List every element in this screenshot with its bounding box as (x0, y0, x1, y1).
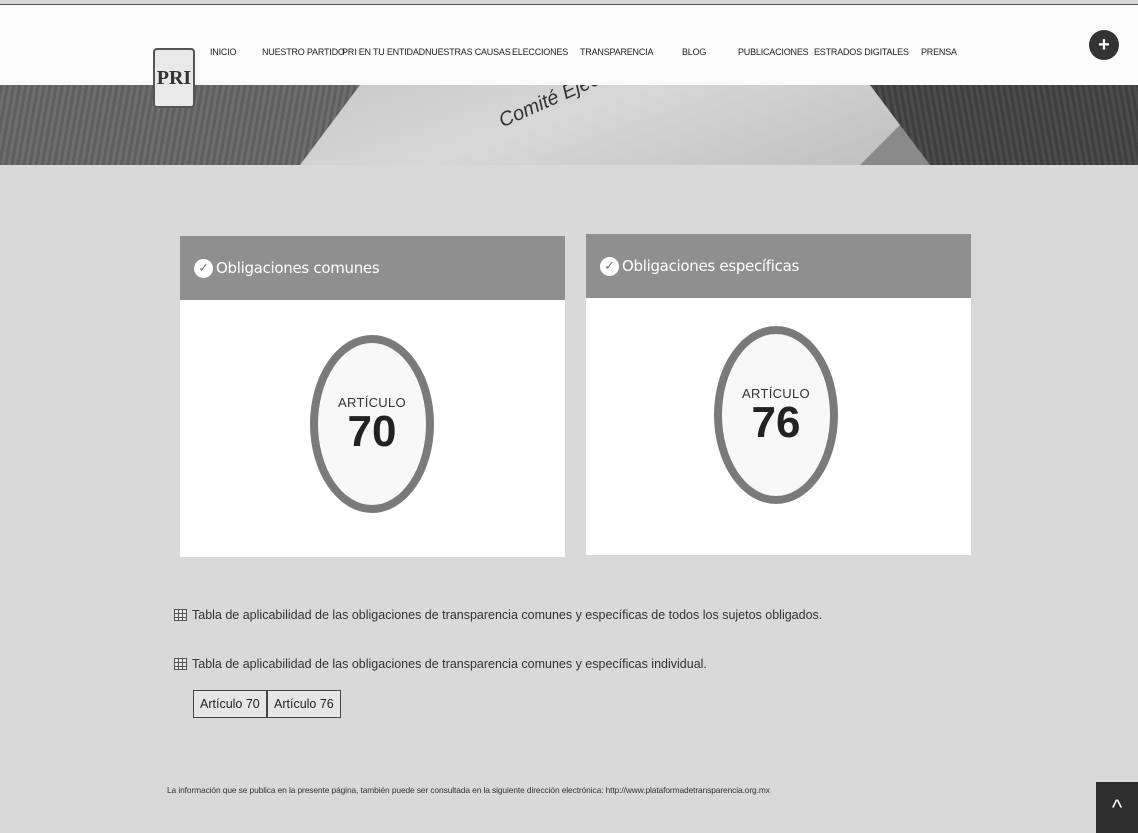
table-link-all-subjects[interactable]: Tabla de aplicabilidad de las obligacion… (174, 608, 822, 622)
footer-text: La información que se publica en la pres… (167, 785, 770, 795)
check-icon: ✓ (194, 258, 213, 278)
check-icon: ✓ (600, 256, 619, 276)
nav-item-estrados-digitales[interactable]: ESTRADOS DIGITALES (814, 47, 909, 57)
table-icon (174, 658, 187, 670)
articulo-ring: ARTÍCULO 70 (310, 335, 434, 513)
card-header: ✓ Obligaciones específicas (586, 234, 971, 298)
card-obligaciones-especificas[interactable]: ✓ Obligaciones específicas ARTÍCULO 76 (586, 234, 971, 555)
card-header: ✓ Obligaciones comunes (180, 236, 565, 300)
articulo-76-button[interactable]: Artículo 76 (267, 690, 341, 718)
nav-item-nuestro-partido[interactable]: NUESTRO PARTIDO (262, 47, 345, 57)
card-obligaciones-comunes[interactable]: ✓ Obligaciones comunes ARTÍCULO 70 (180, 236, 565, 557)
nav-item-elecciones[interactable]: ELECCIONES (512, 47, 568, 57)
nav-item-blog[interactable]: BLOG (682, 47, 706, 57)
scroll-to-top-button[interactable]: ^ (1096, 782, 1138, 833)
nav-item-publicaciones[interactable]: PUBLICACIONES (738, 47, 809, 57)
table-icon (174, 609, 187, 621)
nav-item-nuestras-causas[interactable]: NUESTRAS CAUSAS (425, 47, 511, 57)
table-link-label: Tabla de aplicabilidad de las obligacion… (192, 657, 707, 671)
card-body: ARTÍCULO 76 (586, 298, 971, 555)
pri-logo[interactable]: PRI (153, 48, 195, 108)
nav-item-pri-en-tu-entidad[interactable]: PRI EN TU ENTIDAD (342, 47, 425, 57)
articulo-ring: ARTÍCULO 76 (714, 326, 838, 504)
table-link-individual[interactable]: Tabla de aplicabilidad de las obligacion… (174, 657, 707, 671)
table-link-label: Tabla de aplicabilidad de las obligacion… (192, 608, 823, 622)
card-body: ARTÍCULO 70 (180, 300, 565, 557)
card-title: Obligaciones específicas (622, 257, 799, 275)
ring-number: 76 (751, 397, 801, 447)
plus-menu-button[interactable]: + (1089, 30, 1119, 60)
banner-right-band (870, 85, 1138, 165)
ring-number: 70 (347, 406, 397, 456)
banner-middle-band (300, 85, 940, 165)
nav-item-transparencia[interactable]: TRANSPARENCIA (580, 47, 653, 57)
nav-item-prensa[interactable]: PRENSA (921, 47, 957, 57)
nav-item-inicio[interactable]: INICIO (210, 47, 237, 57)
articulo-70-button[interactable]: Artículo 70 (193, 690, 267, 718)
card-title: Obligaciones comunes (216, 259, 380, 277)
